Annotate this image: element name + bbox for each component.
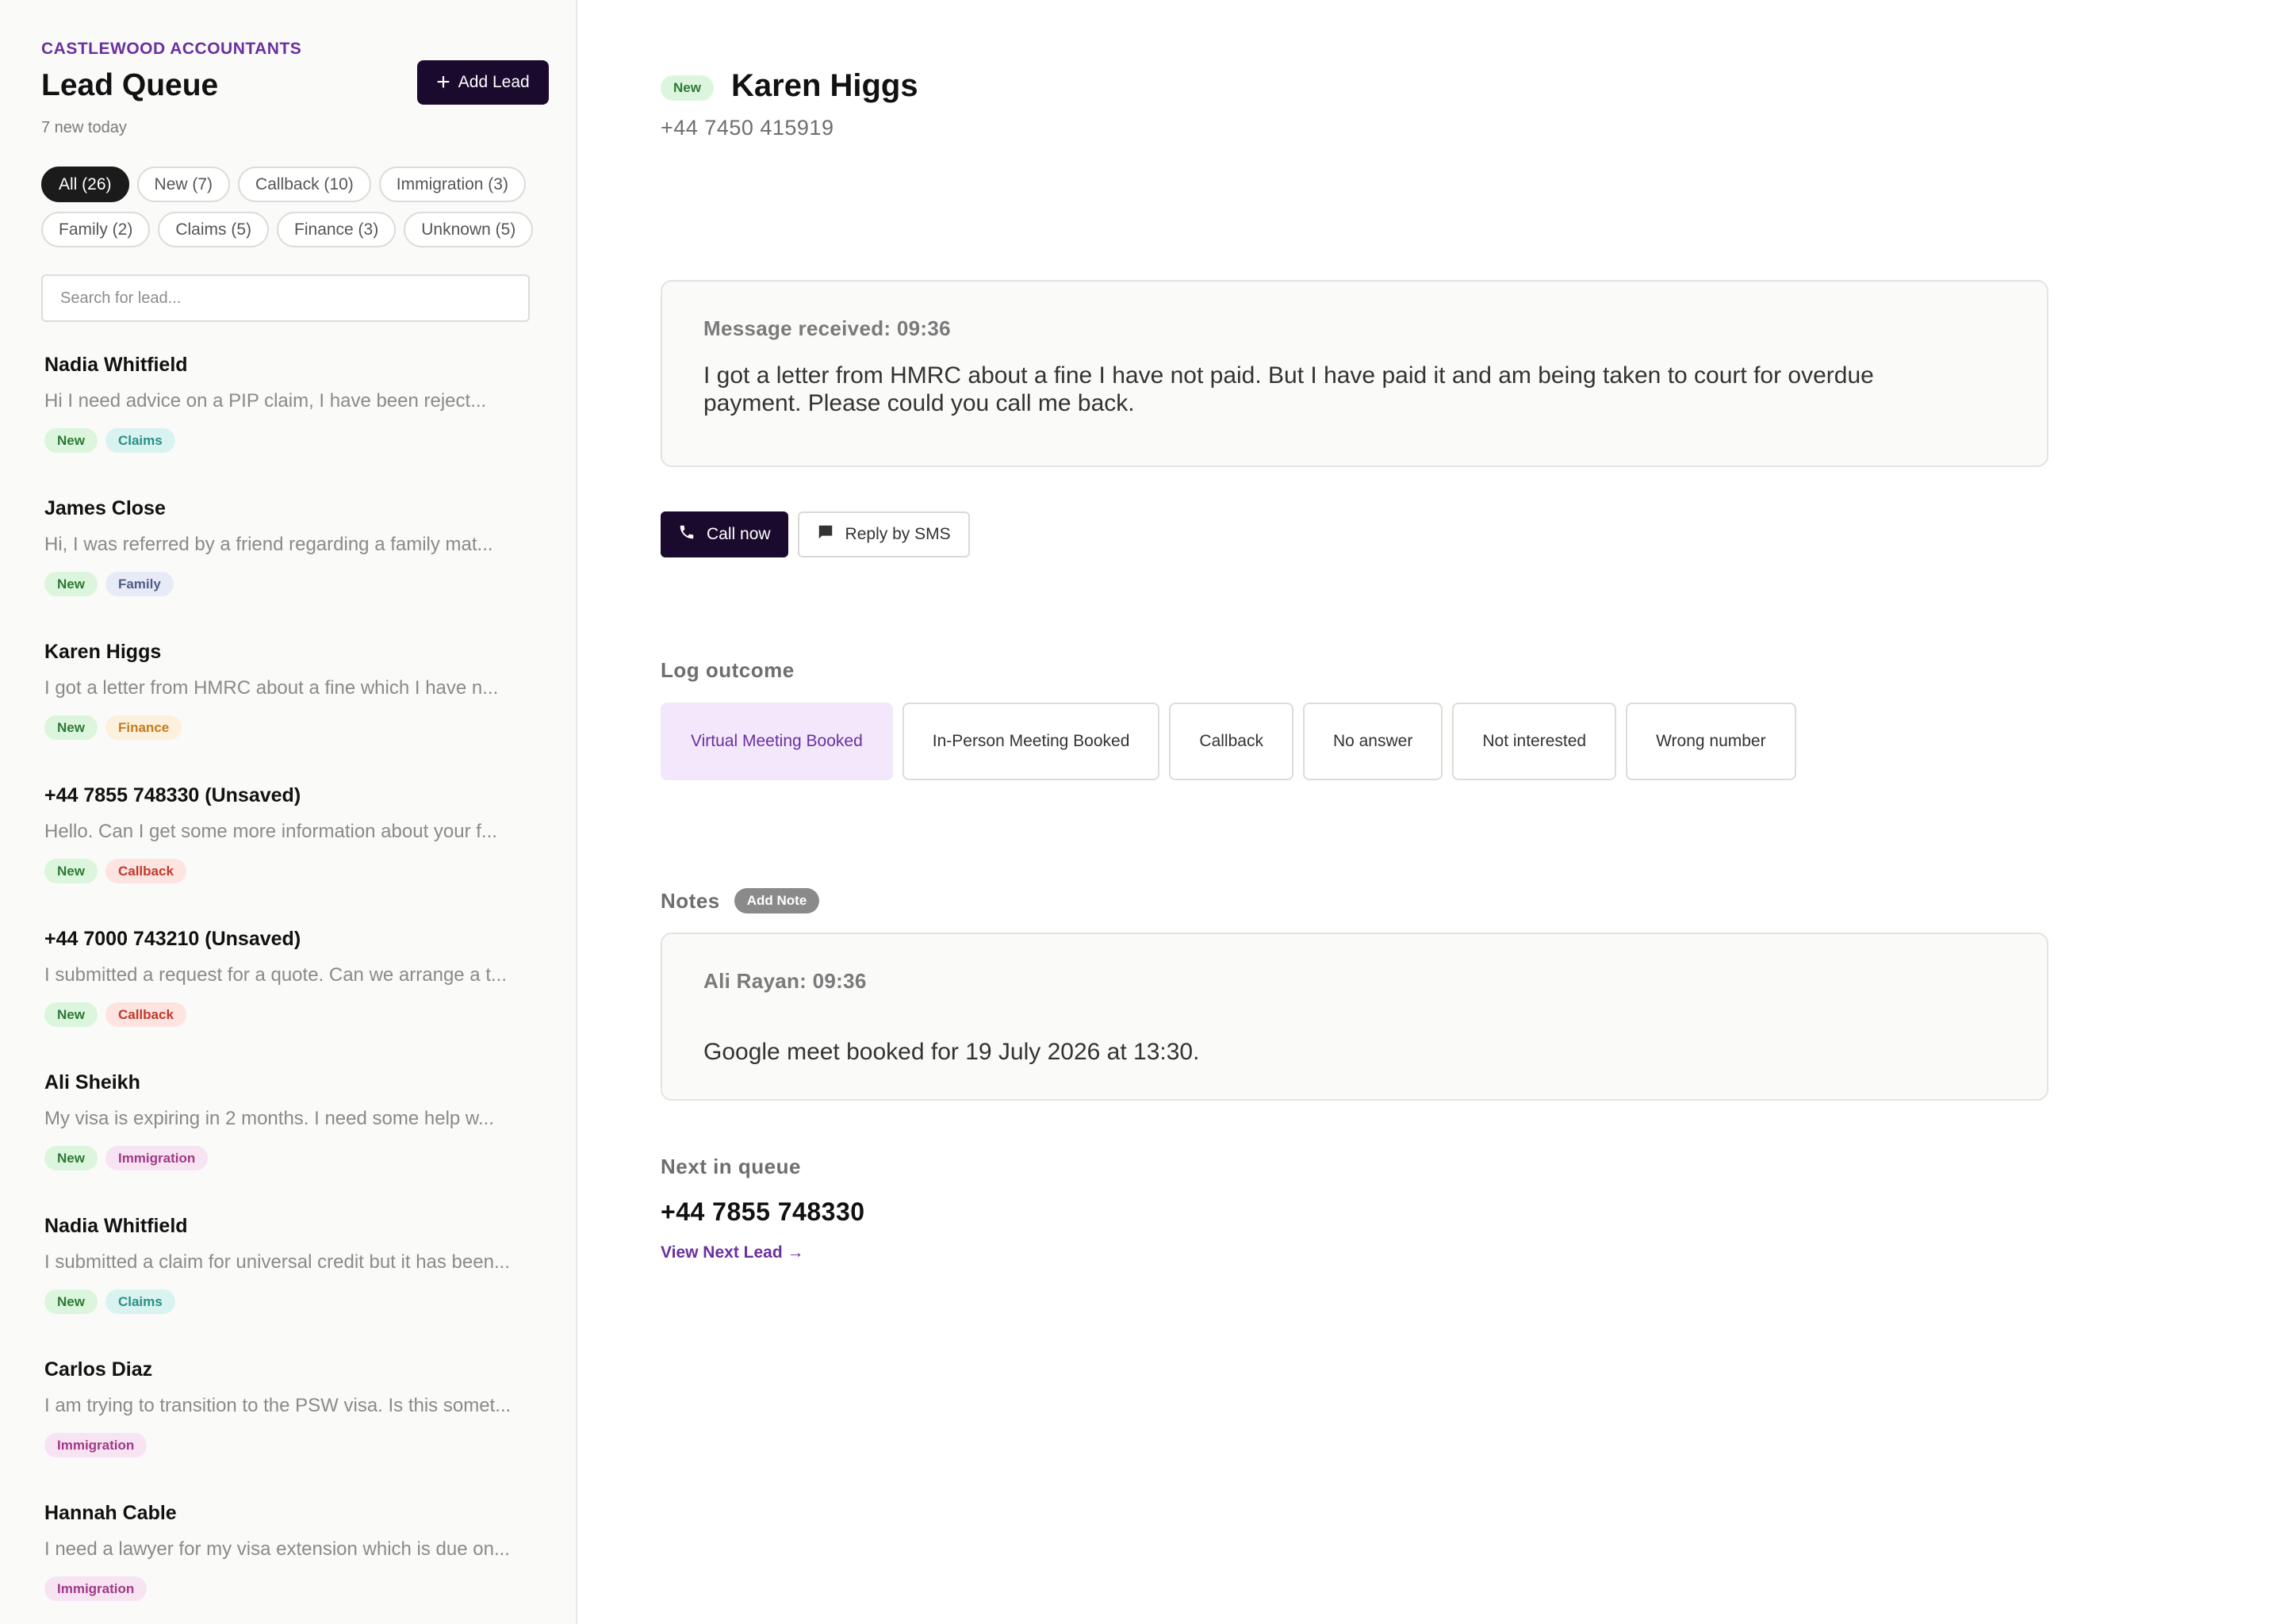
lead-list: Nadia Whitfield Hi I need advice on a PI… xyxy=(44,354,560,1624)
add-lead-label: Add Lead xyxy=(458,73,530,91)
lead-preview: Hi, I was referred by a friend regarding… xyxy=(44,534,493,555)
tag-finance: Finance xyxy=(105,715,182,740)
lead-preview: My visa is expiring in 2 months. I need … xyxy=(44,1108,494,1129)
tag-claims: Claims xyxy=(105,428,175,453)
lead-name: +44 7000 743210 (Unsaved) xyxy=(44,928,301,950)
notes-label: Notes xyxy=(661,888,720,913)
lead-name: +44 7855 748330 (Unsaved) xyxy=(44,784,301,806)
notes-header: Notes Add Note xyxy=(661,888,820,914)
lead-preview: I need a lawyer for my visa extension wh… xyxy=(44,1538,510,1560)
status-badge: New xyxy=(661,75,714,101)
call-now-button[interactable]: Call now xyxy=(661,511,788,557)
lead-preview: I submitted a claim for universal credit… xyxy=(44,1251,510,1273)
lead-name: James Close xyxy=(44,497,166,519)
note-text: Google meet booked for 19 July 2026 at 1… xyxy=(703,1039,1200,1065)
message-received-label: Message received: 09:36 xyxy=(703,316,951,340)
tag-callback: Callback xyxy=(105,859,186,883)
filter-claims[interactable]: Claims (5) xyxy=(158,212,270,247)
tag-new: New xyxy=(44,1289,98,1314)
plus-icon: + xyxy=(436,69,450,95)
filter-immigration[interactable]: Immigration (3) xyxy=(378,167,526,202)
lead-preview: I am trying to transition to the PSW vis… xyxy=(44,1395,512,1416)
lead-preview: I submitted a request for a quote. Can w… xyxy=(44,964,507,986)
note-author-time: Ali Rayan: 09:36 xyxy=(703,969,867,993)
lead-item[interactable]: Karen Higgs I got a letter from HMRC abo… xyxy=(44,641,560,784)
filter-family[interactable]: Family (2) xyxy=(41,212,151,247)
reply-sms-button[interactable]: Reply by SMS xyxy=(797,511,970,557)
tag-immigration: Immigration xyxy=(44,1433,148,1457)
outcome-not-interested[interactable]: Not interested xyxy=(1452,703,1617,780)
new-today-count: 7 new today xyxy=(41,119,127,136)
tag-immigration: Immigration xyxy=(105,1146,209,1170)
message-text: I got a letter from HMRC about a fine I … xyxy=(703,362,1874,416)
next-lead-number: +44 7855 748330 xyxy=(661,1197,865,1226)
log-outcome-label: Log outcome xyxy=(661,658,795,682)
lead-phone: +44 7450 415919 xyxy=(661,116,834,140)
page-title: Lead Queue xyxy=(41,68,219,102)
lead-name: Ali Sheikh xyxy=(44,1071,140,1094)
filter-chips: All (26) New (7) Callback (10) Immigrati… xyxy=(41,167,549,257)
lead-preview: I got a letter from HMRC about a fine wh… xyxy=(44,677,499,699)
tag-new: New xyxy=(44,859,98,883)
tag-new: New xyxy=(44,1146,98,1170)
lead-item[interactable]: +44 7000 743210 (Unsaved) I submitted a … xyxy=(44,928,560,1071)
next-in-queue-label: Next in queue xyxy=(661,1155,801,1178)
tag-new: New xyxy=(44,572,98,596)
call-now-label: Call now xyxy=(707,525,771,543)
lead-item[interactable]: Nadia Whitfield I submitted a claim for … xyxy=(44,1215,560,1358)
message-card: Message received: 09:36 I got a letter f… xyxy=(661,280,2048,467)
lead-item[interactable]: Ali Sheikh My visa is expiring in 2 mont… xyxy=(44,1071,560,1215)
lead-queue-sidebar: CASTLEWOOD ACCOUNTANTS Lead Queue 7 new … xyxy=(0,0,577,1624)
lead-name: Carlos Diaz xyxy=(44,1358,153,1381)
lead-item[interactable]: +44 7855 748330 (Unsaved) Hello. Can I g… xyxy=(44,784,560,928)
outcome-options: Virtual Meeting Booked In-Person Meeting… xyxy=(661,703,1796,780)
tag-immigration: Immigration xyxy=(44,1576,148,1601)
lead-name: Hannah Cable xyxy=(44,1502,177,1524)
firm-name: CASTLEWOOD ACCOUNTANTS xyxy=(41,40,302,58)
lead-item[interactable]: Carlos Diaz I am trying to transition to… xyxy=(44,1358,560,1502)
message-icon xyxy=(817,523,834,546)
lead-name: Nadia Whitfield xyxy=(44,1215,188,1237)
phone-icon xyxy=(678,523,696,546)
lead-search-input[interactable] xyxy=(41,274,530,322)
lead-item[interactable]: Nadia Whitfield Hi I need advice on a PI… xyxy=(44,354,560,497)
lead-name: Nadia Whitfield xyxy=(44,354,188,376)
tag-family: Family xyxy=(105,572,174,596)
filter-unknown[interactable]: Unknown (5) xyxy=(404,212,534,247)
tag-new: New xyxy=(44,428,98,453)
lead-item[interactable]: James Close Hi, I was referred by a frie… xyxy=(44,497,560,641)
add-lead-button[interactable]: + Add Lead xyxy=(417,60,549,105)
lead-item[interactable]: Hannah Cable I need a lawyer for my visa… xyxy=(44,1502,560,1624)
add-note-button[interactable]: Add Note xyxy=(734,888,820,914)
tag-callback: Callback xyxy=(105,1002,186,1027)
filter-finance[interactable]: Finance (3) xyxy=(277,212,397,247)
note-card: Ali Rayan: 09:36 Google meet booked for … xyxy=(661,933,2048,1101)
filter-all[interactable]: All (26) xyxy=(41,167,129,202)
outcome-virtual-meeting[interactable]: Virtual Meeting Booked xyxy=(661,703,893,780)
filter-callback[interactable]: Callback (10) xyxy=(238,167,371,202)
reply-sms-label: Reply by SMS xyxy=(845,525,951,543)
tag-new: New xyxy=(44,715,98,740)
lead-preview: Hi I need advice on a PIP claim, I have … xyxy=(44,390,487,412)
lead-title: Karen Higgs xyxy=(731,68,918,103)
filter-new[interactable]: New (7) xyxy=(136,167,231,202)
tag-claims: Claims xyxy=(105,1289,175,1314)
outcome-no-answer[interactable]: No answer xyxy=(1302,703,1443,780)
lead-preview: Hello. Can I get some more information a… xyxy=(44,821,497,842)
outcome-in-person-meeting[interactable]: In-Person Meeting Booked xyxy=(902,703,1160,780)
lead-name: Karen Higgs xyxy=(44,641,162,663)
view-next-lead-link[interactable]: View Next Lead → xyxy=(661,1243,804,1262)
contact-actions: Call now Reply by SMS xyxy=(661,511,970,557)
lead-detail: New Karen Higgs +44 7450 415919 Message … xyxy=(579,0,2284,1624)
tag-new: New xyxy=(44,1002,98,1027)
outcome-wrong-number[interactable]: Wrong number xyxy=(1626,703,1796,780)
outcome-callback[interactable]: Callback xyxy=(1169,703,1293,780)
